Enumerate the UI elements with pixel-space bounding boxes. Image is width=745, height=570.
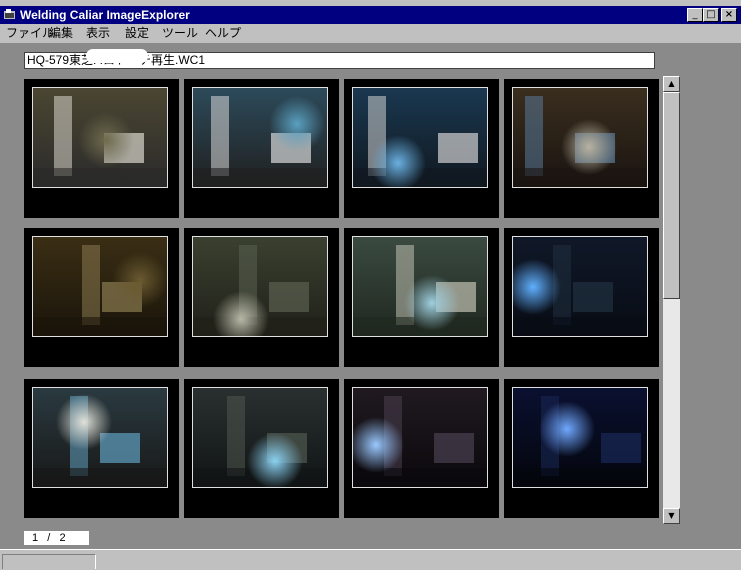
page-indicator: 1 / 2 [24,531,89,545]
menu-bar: ファイル 編集 表示 設定 ツール ヘルプ [0,24,741,42]
thumbnail-image[interactable] [512,387,648,488]
thumbnail-image[interactable] [352,236,488,337]
maximize-button[interactable]: □ [703,8,719,22]
thumbnail-image[interactable] [512,236,648,337]
thumbnail-image[interactable] [192,87,328,188]
thumbnail-image[interactable] [352,387,488,488]
menu-settings[interactable]: 設定 [125,25,149,41]
menu-tools[interactable]: ツール [162,25,198,41]
menu-help[interactable]: ヘルプ [205,25,241,41]
thumbnail-cell[interactable] [184,379,339,518]
thumbnail-image[interactable] [32,87,168,188]
thumbnail-cell[interactable] [344,228,499,367]
desktop-edge [741,0,745,569]
scroll-thumb[interactable] [663,92,680,299]
close-button[interactable]: × [721,8,737,22]
menu-edit[interactable]: 編集 [49,25,73,41]
image-explorer-panel: HQ-579東芝. .ロトーチ再生.WC1 ▲ ▼ 1 / 2 [0,43,741,549]
page-indicator-text: 1 / 2 [32,532,66,544]
menu-file[interactable]: ファイル [6,25,54,41]
status-bar [0,549,741,570]
thumbnail-image[interactable] [512,87,648,188]
thumbnail-cell[interactable] [344,379,499,518]
minimize-button[interactable]: _ [687,8,703,22]
app-window: Welding Caliar ImageExplorer _ □ × ファイル … [0,0,741,570]
scroll-down-button[interactable]: ▼ [663,508,680,524]
thumbnail-cell[interactable] [184,228,339,367]
thumbnail-cell[interactable] [504,379,659,518]
thumbnail-image[interactable] [352,87,488,188]
thumbnail-image[interactable] [192,387,328,488]
thumbnail-cell[interactable] [344,79,499,218]
thumbnail-cell[interactable] [24,79,179,218]
thumbnail-image[interactable] [192,236,328,337]
scroll-up-button[interactable]: ▲ [663,76,680,92]
window-title: Welding Caliar ImageExplorer [20,8,190,22]
status-pane [2,554,96,569]
thumbnail-image[interactable] [32,387,168,488]
menu-view[interactable]: 表示 [86,25,110,41]
vertical-scrollbar[interactable]: ▲ ▼ [663,76,680,524]
redaction-mark [86,49,148,63]
thumbnail-cell[interactable] [504,228,659,367]
thumbnail-image[interactable] [32,236,168,337]
thumbnail-cell[interactable] [24,379,179,518]
app-icon [3,8,17,22]
title-bar: Welding Caliar ImageExplorer _ □ × [0,6,741,24]
thumbnail-cell[interactable] [504,79,659,218]
thumbnail-cell[interactable] [184,79,339,218]
thumbnail-cell[interactable] [24,228,179,367]
